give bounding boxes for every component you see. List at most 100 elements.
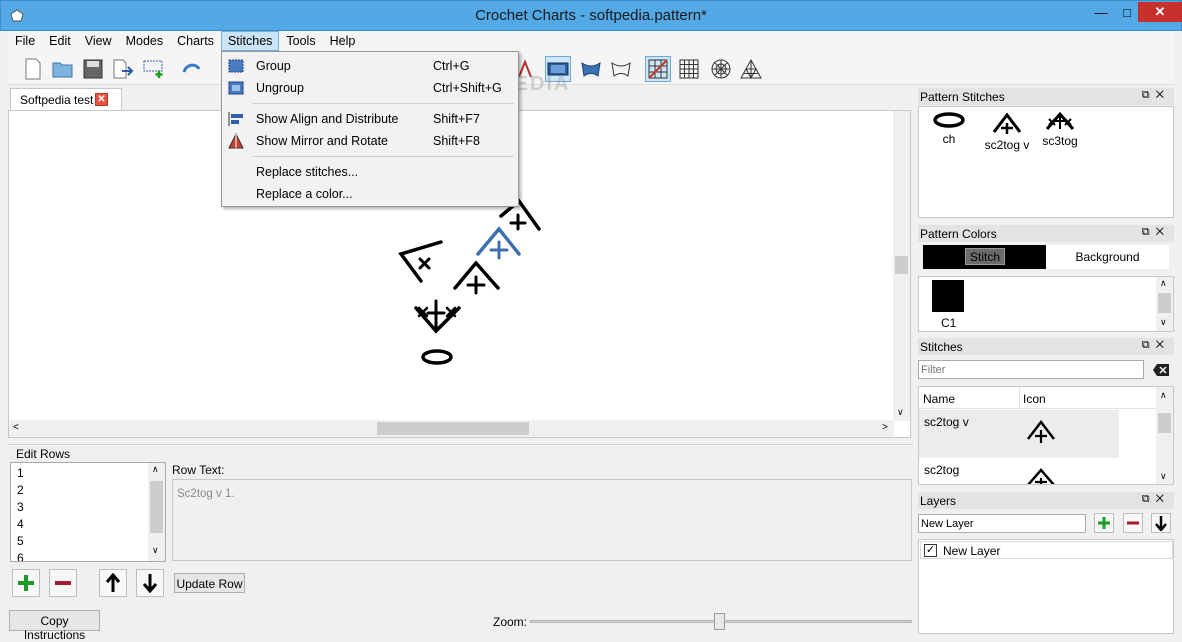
add-layer-button[interactable]	[1094, 513, 1114, 533]
menu-item-align-distribute[interactable]: Show Align and Distribute Shift+F7	[222, 108, 518, 130]
column-divider	[1019, 387, 1020, 409]
tab-softpedia-test[interactable]: Softpedia test ✕	[10, 88, 122, 110]
zoom-slider-handle[interactable]	[714, 613, 725, 630]
scroll-down-arrow-icon[interactable]: ∨	[1160, 471, 1167, 482]
add-stitch-icon[interactable]	[142, 56, 168, 82]
dock-float-close-icons[interactable]: ⧉✕	[1142, 493, 1170, 506]
pattern-colors-panel: C1 ∧ ∨	[918, 276, 1174, 332]
swatch-label: C1	[941, 316, 957, 330]
menu-stitches[interactable]: Stitches	[220, 31, 280, 51]
scroll-left-arrow-icon[interactable]: <	[13, 422, 19, 433]
export-icon[interactable]	[110, 56, 136, 82]
list-item[interactable]: 4	[17, 517, 24, 531]
move-row-up-button[interactable]	[99, 569, 127, 597]
row-list-scroll-thumb[interactable]	[150, 481, 163, 533]
menu-file[interactable]: File	[8, 31, 42, 51]
dock-float-close-icons[interactable]: ⧉✕	[1142, 89, 1170, 102]
menu-help[interactable]: Help	[323, 31, 363, 51]
stitches-scrollbar[interactable]: ∧ ∨	[1156, 387, 1173, 484]
triangle-grid-icon[interactable]	[738, 56, 764, 82]
colors-scroll-thumb[interactable]	[1158, 293, 1171, 313]
vertical-scroll-thumb[interactable]	[895, 256, 908, 274]
update-row-button[interactable]: Update Row	[174, 573, 245, 593]
menu-view[interactable]: View	[78, 31, 119, 51]
column-header-name[interactable]: Name	[923, 392, 955, 406]
menu-item-replace-color[interactable]: Replace a color...	[222, 183, 518, 205]
stitches-scroll-thumb[interactable]	[1158, 413, 1171, 433]
grid-icon[interactable]	[676, 56, 702, 82]
scroll-down-arrow-icon[interactable]: ∨	[897, 407, 904, 418]
stitch-sc2tog-middle[interactable]	[453, 260, 500, 295]
scroll-down-arrow-icon[interactable]: ∨	[1160, 317, 1167, 328]
zoom-slider[interactable]	[530, 613, 912, 630]
round-grid-icon[interactable]	[708, 56, 734, 82]
menu-modes[interactable]: Modes	[119, 31, 171, 51]
pattern-stitch-sc3tog[interactable]: sc3tog	[1039, 111, 1081, 148]
tab-label: Softpedia test	[20, 93, 94, 107]
stitch-color-button[interactable]: Stitch	[923, 245, 1046, 269]
undo-icon[interactable]	[178, 56, 204, 82]
horizontal-scroll-thumb[interactable]	[377, 422, 529, 435]
edit-rows-title: Edit Rows	[16, 447, 71, 461]
scroll-right-arrow-icon[interactable]: >	[882, 422, 888, 433]
maximize-button[interactable]: □	[1113, 2, 1141, 22]
column-header-icon[interactable]: Icon	[1023, 392, 1046, 406]
dock-float-close-icons[interactable]: ⧉✕	[1142, 339, 1170, 352]
menu-edit[interactable]: Edit	[42, 31, 78, 51]
scroll-up-arrow-icon[interactable]: ∧	[1160, 278, 1167, 289]
move-row-down-button[interactable]	[136, 569, 164, 597]
list-item[interactable]: 1	[17, 466, 24, 480]
dock-float-close-icons[interactable]: ⧉✕	[1142, 226, 1170, 239]
open-file-icon[interactable]	[50, 56, 76, 82]
menu-charts[interactable]: Charts	[170, 31, 221, 51]
menu-item-mirror-rotate[interactable]: Show Mirror and Rotate Shift+F8	[222, 130, 518, 152]
row-list-scrollbar[interactable]: ∧ ∨	[148, 463, 165, 561]
stitch-sc3tog[interactable]	[414, 299, 461, 334]
row-text-field[interactable]: Sc2tog v 1.	[172, 479, 912, 561]
add-row-button[interactable]	[12, 569, 40, 597]
stitches-menu-dropdown: Group Ctrl+G Ungroup Ctrl+Shift+G Show A…	[221, 51, 519, 207]
remove-layer-button[interactable]	[1123, 513, 1143, 533]
outline-shape-icon[interactable]	[608, 56, 634, 82]
minimize-button[interactable]: —	[1087, 2, 1115, 22]
stitch-sc-tilted[interactable]	[398, 240, 443, 283]
row-list[interactable]: 1 2 3 4 5 6 ∧ ∨	[10, 462, 166, 562]
move-layer-down-button[interactable]	[1151, 513, 1171, 533]
pattern-stitch-ch[interactable]: ch	[929, 111, 969, 146]
layer-visible-checkbox[interactable]: ✓	[924, 544, 937, 557]
layer-name-input[interactable]	[918, 514, 1086, 533]
table-row[interactable]: sc2tog v	[919, 410, 1119, 458]
scroll-up-arrow-icon[interactable]: ∧	[1160, 390, 1167, 401]
grid-off-icon[interactable]	[645, 56, 671, 82]
remove-row-button[interactable]	[49, 569, 77, 597]
scroll-up-arrow-icon[interactable]: ∧	[152, 464, 159, 475]
list-item[interactable]: 2	[17, 483, 24, 497]
background-color-button[interactable]: Background	[1046, 245, 1169, 269]
list-item[interactable]: 6	[17, 551, 24, 561]
menu-tools[interactable]: Tools	[279, 31, 322, 51]
stitch-chain[interactable]	[421, 349, 453, 365]
menu-item-replace-stitches[interactable]: Replace stitches...	[222, 161, 518, 183]
copy-instructions-button[interactable]: Copy Instructions	[9, 610, 100, 642]
close-window-button[interactable]: ✕	[1138, 2, 1182, 22]
scroll-down-arrow-icon[interactable]: ∨	[152, 545, 159, 556]
list-item[interactable]: ✓ New Layer	[920, 541, 1173, 559]
colors-scrollbar[interactable]: ∧ ∨	[1156, 277, 1173, 331]
menu-bar: File Edit View Modes Charts Stitches Too…	[8, 31, 1175, 51]
table-row[interactable]: sc2tog	[919, 458, 1119, 484]
list-item[interactable]: 5	[17, 534, 24, 548]
new-file-icon[interactable]	[20, 56, 46, 82]
list-item[interactable]: 3	[17, 500, 24, 514]
save-file-icon[interactable]	[80, 56, 106, 82]
stitch-sc2tog-selected[interactable]	[476, 226, 521, 260]
canvas-horizontal-scrollbar[interactable]: < >	[9, 420, 894, 437]
stitch-filter-input[interactable]	[918, 360, 1144, 379]
canvas-vertical-scrollbar[interactable]: ∨	[893, 111, 910, 421]
pattern-stitch-sc2tog-v[interactable]: sc2tog v	[979, 111, 1035, 152]
menu-item-group[interactable]: Group Ctrl+G	[222, 55, 518, 77]
menu-item-ungroup[interactable]: Ungroup Ctrl+Shift+G	[222, 77, 518, 99]
close-tab-icon[interactable]: ✕	[95, 93, 108, 106]
clear-filter-icon[interactable]	[1151, 360, 1171, 379]
color-swatch-c1[interactable]	[932, 280, 964, 312]
blob-shape-icon[interactable]	[578, 56, 604, 82]
